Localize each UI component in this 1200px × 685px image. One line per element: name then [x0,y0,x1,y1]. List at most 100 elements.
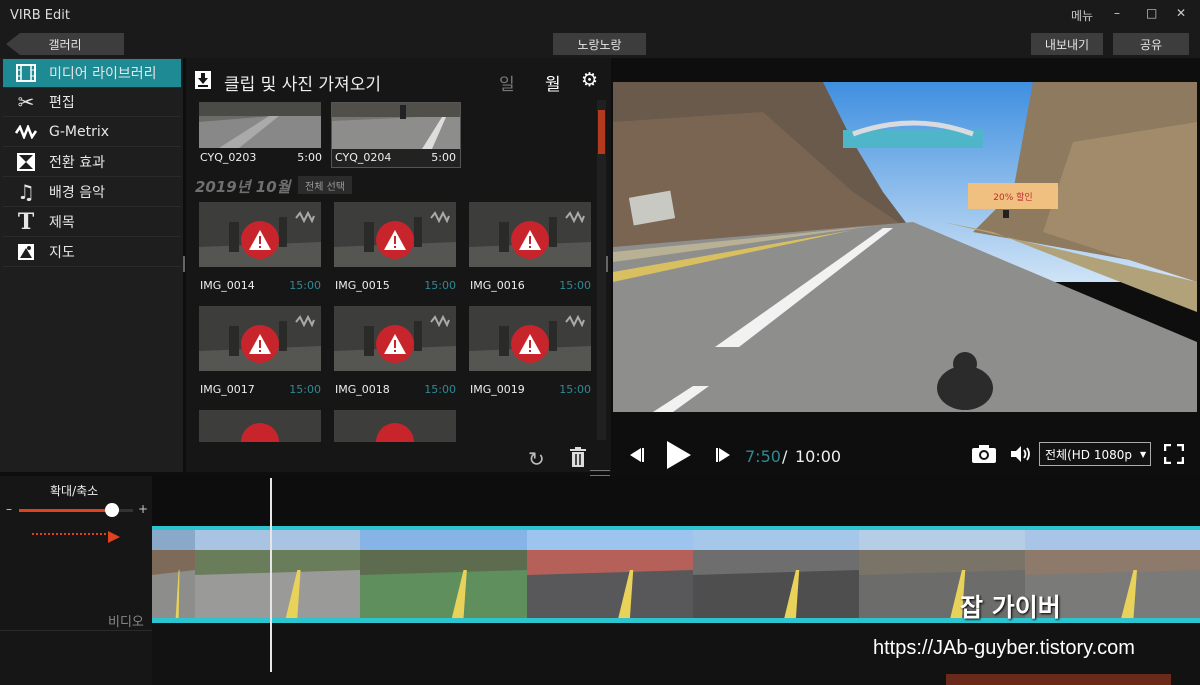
clip-thumbnail[interactable] [334,410,456,442]
sidebar-item-edit[interactable]: ✂ 편집 [3,88,181,117]
next-frame-icon[interactable] [715,447,733,467]
fullscreen-icon[interactable] [1163,443,1185,468]
roadside-banner: 20% 할인 [993,192,1032,203]
warning-icon [241,221,279,259]
sidebar-item-media-library[interactable]: 미디어 라이브러리 [3,59,181,88]
scissors-icon: ✂ [17,90,35,114]
play-icon[interactable] [665,439,693,475]
transition-icon [3,153,49,171]
export-button[interactable]: 내보내기 [1031,33,1103,55]
zoom-out-button[interactable]: – [6,502,12,516]
title-t-icon: T [17,209,35,235]
warning-icon [376,325,414,363]
gmetrix-badge-icon [295,208,315,227]
select-all-button[interactable]: 전체 선택 [298,176,352,194]
refresh-icon[interactable]: ↻ [528,447,545,471]
zoom-in-button[interactable]: + [138,502,148,516]
gmetrix-badge-icon [430,208,450,227]
sidebar-item-label: 제목 [49,215,75,231]
clip-duration: 5:00 [297,151,322,164]
sidebar-item-label: 배경 음악 [49,185,105,201]
clip-duration: 15:00 [559,383,591,396]
view-day-tab[interactable]: 일 [499,70,515,95]
warning-icon [376,221,414,259]
gmetrix-badge-icon [430,312,450,331]
import-icon[interactable] [195,71,211,93]
playhead[interactable] [270,478,272,672]
sidebar-item-map[interactable]: 지도 [3,238,181,267]
clip-thumbnail[interactable] [199,410,321,442]
gmetrix-badge-icon [565,312,585,331]
camera-icon[interactable] [971,444,997,468]
library-scrollbar-thumb[interactable] [598,110,605,154]
zoom-label: 확대/축소 [50,484,99,498]
video-frame-thumbnail [152,530,195,618]
volume-icon[interactable] [1010,445,1032,467]
sidebar-item-transition[interactable]: 전환 효과 [3,148,181,177]
annotation-arrow-line [32,533,110,535]
clip-name: IMG_0014 [200,279,255,292]
video-frame-thumbnail [360,530,527,618]
menu-button[interactable]: 메뉴 [1071,7,1093,24]
warning-icon [511,325,549,363]
video-preview[interactable]: 20% 할인 [613,82,1197,412]
group-date-label: 2019년 10월 [195,178,291,196]
video-frame-thumbnail [527,530,693,618]
sidebar-item-label: 편집 [49,95,75,111]
timeline-ruler[interactable] [152,476,1200,526]
title-bar [0,0,1200,32]
clip-duration: 15:00 [424,383,456,396]
previous-frame-icon[interactable] [627,447,645,467]
warning-icon [511,221,549,259]
clip-name: IMG_0017 [200,383,255,396]
clip-name: IMG_0019 [470,383,525,396]
minimize-button[interactable]: – [1114,6,1120,20]
annotation-arrow-head-icon [108,528,120,547]
gmetrix-badge-icon [295,312,315,331]
sidebar-item-label: 미디어 라이브러리 [49,66,157,82]
zoom-slider-fill [19,509,113,512]
sidebar-resize-handle[interactable] [183,256,185,272]
library-resize-handle[interactable] [606,256,608,272]
sidebar-item-music[interactable]: ♫ 배경 음악 [3,178,181,207]
clip-duration: 15:00 [559,279,591,292]
total-time: 10:00 [795,447,842,466]
share-button[interactable]: 공유 [1113,33,1189,55]
time-separator: / [782,447,788,466]
sidebar: 미디어 라이브러리 ✂ 편집 G-Metrix 전환 효과 ♫ 배경 음악 T … [0,58,183,472]
gear-icon[interactable]: ⚙ [581,69,598,91]
clip-duration: 15:00 [289,383,321,396]
clip-duration: 5:00 [431,151,456,164]
clip-name: CYQ_0204 [335,151,392,164]
gmetrix-badge-icon [565,208,585,227]
quality-select[interactable]: 전체(HD 1080p ▼ [1039,442,1151,466]
clip-thumbnail[interactable] [199,102,321,148]
app-title: VIRB Edit [10,8,70,23]
clip-name: IMG_0015 [335,279,390,292]
horizontal-scrollbar-thumb[interactable] [946,674,1171,685]
video-frame-thumbnail [693,530,859,618]
warning-icon [241,325,279,363]
gallery-back-button[interactable]: 갤러리 [6,33,124,55]
track-divider [0,630,152,631]
sidebar-item-label: 지도 [49,245,75,261]
maximize-button[interactable]: □ [1146,6,1157,20]
watermark-name: 잡 가이버 [960,593,1061,622]
clip-name: IMG_0016 [470,279,525,292]
chevron-down-icon: ▼ [1140,449,1147,459]
view-month-tab[interactable]: 월 [545,70,561,95]
project-title[interactable]: 노랑노랑 [553,33,646,55]
sidebar-item-gmetrix[interactable]: G-Metrix [3,118,181,147]
sidebar-item-label: 전환 효과 [49,155,105,171]
clip-name: IMG_0018 [335,383,390,396]
quality-select-value: 전체(HD 1080p [1045,447,1132,462]
clip-duration: 15:00 [289,279,321,292]
sidebar-item-title[interactable]: T 제목 [3,208,181,237]
library-header-title: 클립 및 사진 가져오기 [224,75,381,95]
current-time: 7:50 [745,447,781,466]
trash-icon[interactable] [569,447,587,471]
close-button[interactable]: ✕ [1176,6,1186,20]
gmetrix-icon [3,125,49,139]
map-icon [3,243,49,261]
clip-name: CYQ_0203 [200,151,257,164]
